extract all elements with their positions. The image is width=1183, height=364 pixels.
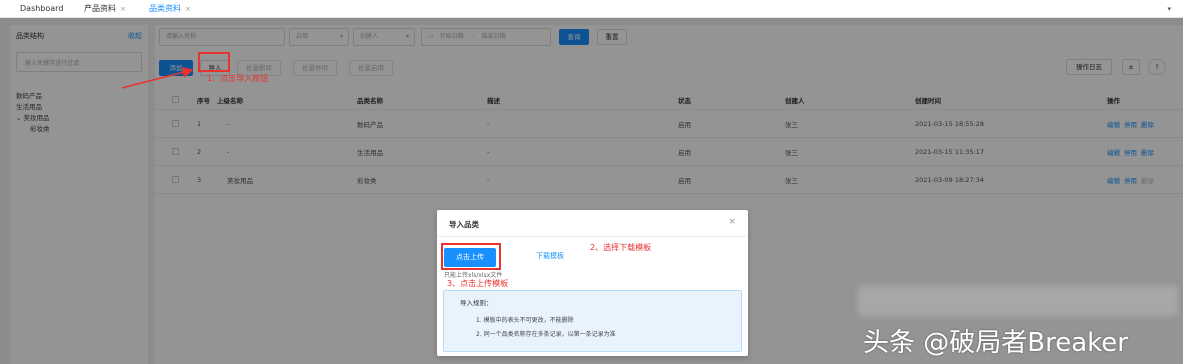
tab-dashboard[interactable]: Dashboard xyxy=(14,0,69,18)
close-icon[interactable]: × xyxy=(120,5,126,13)
annotation-step1: 1、点击导入按钮 xyxy=(207,74,269,83)
download-template-link[interactable]: 下载模板 xyxy=(536,251,564,261)
close-icon[interactable]: × xyxy=(728,217,736,227)
highlight-upload-box xyxy=(441,243,501,270)
dialog-divider xyxy=(437,236,748,237)
tab-product-data[interactable]: 产品资料 × xyxy=(78,0,132,18)
tab-bar: Dashboard 产品资料 × 品类资料 × ▾ xyxy=(0,0,1183,18)
tab-label: 产品资料 xyxy=(84,4,116,13)
blurred-region xyxy=(858,286,1178,316)
watermark: 头条 @破局者Breaker xyxy=(863,328,1128,358)
annotation-step2: 2、选择下载模板 xyxy=(590,243,652,252)
import-rules-box: 导入规则： 1. 模板中的表头不可更改，不能删除 2. 同一个品类名称存在多条记… xyxy=(443,290,742,352)
chevron-down-icon[interactable]: ▾ xyxy=(1167,5,1171,13)
tab-category-data[interactable]: 品类资料 × xyxy=(143,0,197,18)
rules-title: 导入规则： xyxy=(460,299,493,307)
highlight-import-box xyxy=(198,52,230,72)
dialog-title: 导入品类 xyxy=(449,220,479,229)
tab-label: 品类资料 xyxy=(149,4,181,13)
close-icon[interactable]: × xyxy=(185,5,191,13)
annotation-step3: 3、点击上传模板 xyxy=(447,279,509,288)
rule-item: 2. 同一个品类名称存在多条记录，以第一条记录为准 xyxy=(476,331,616,338)
rule-item: 1. 模板中的表头不可更改，不能删除 xyxy=(476,317,574,324)
tab-label: Dashboard xyxy=(20,4,64,13)
